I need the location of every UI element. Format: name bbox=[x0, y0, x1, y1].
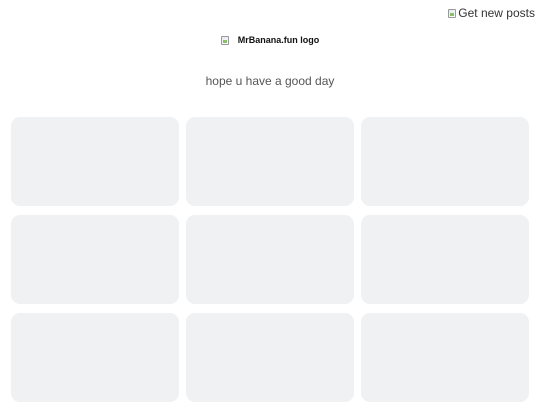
logo-alt-text: MrBanana.fun logo bbox=[237, 35, 320, 45]
post-card-placeholder bbox=[361, 117, 529, 206]
post-card-placeholder bbox=[361, 215, 529, 304]
broken-image-icon bbox=[220, 35, 229, 45]
post-card-placeholder bbox=[186, 117, 354, 206]
get-new-posts-button[interactable]: Get new posts bbox=[448, 6, 535, 20]
post-card-placeholder bbox=[186, 215, 354, 304]
get-new-posts-label: Get new posts bbox=[458, 6, 535, 20]
post-card-placeholder bbox=[186, 313, 354, 402]
broken-image-icon bbox=[448, 8, 457, 18]
site-logo[interactable]: MrBanana.fun logo bbox=[0, 35, 540, 45]
post-card-placeholder bbox=[361, 313, 529, 402]
tagline: hope u have a good day bbox=[205, 74, 335, 88]
posts-grid bbox=[11, 117, 529, 402]
post-card-placeholder bbox=[11, 215, 179, 304]
post-card-placeholder bbox=[11, 117, 179, 206]
post-card-placeholder bbox=[11, 313, 179, 402]
